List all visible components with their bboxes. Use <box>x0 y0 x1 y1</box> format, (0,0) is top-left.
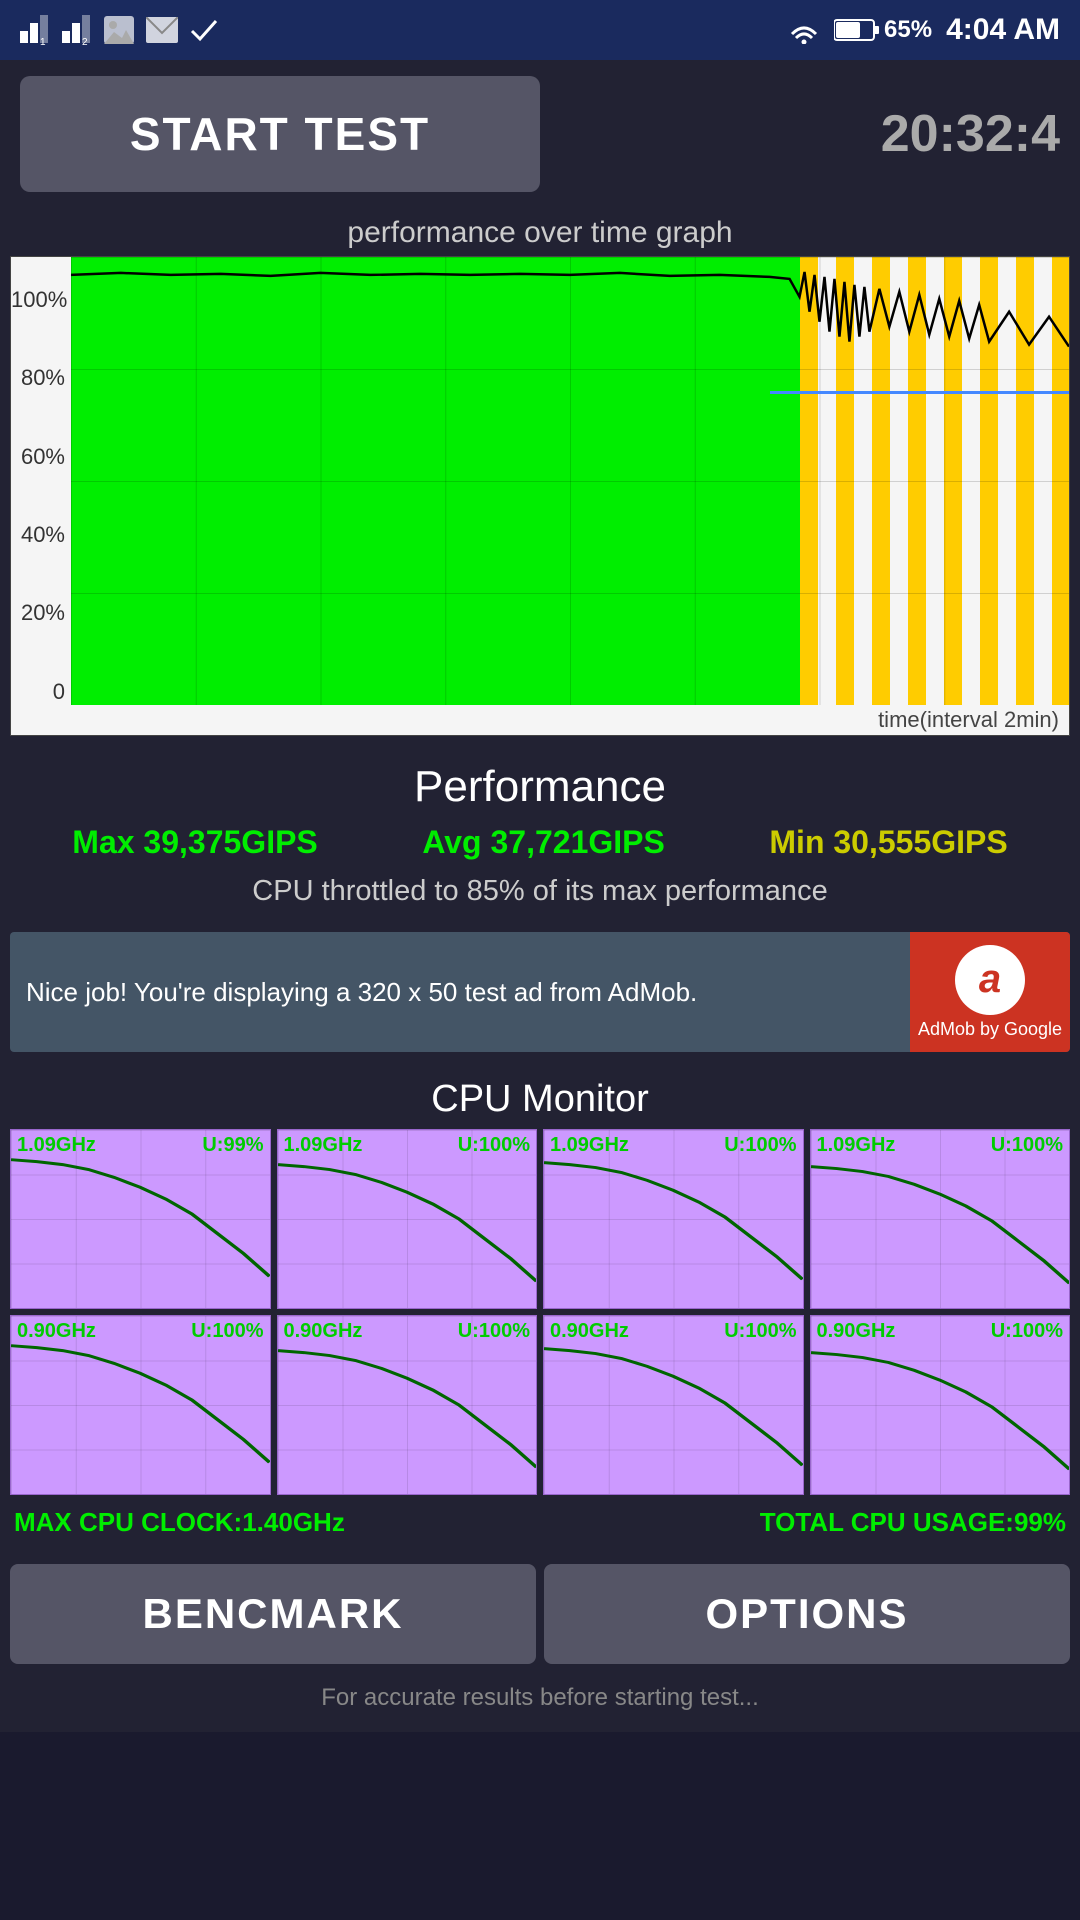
bottom-buttons: BENCMARK OPTIONS <box>0 1554 1080 1674</box>
svg-text:2: 2 <box>82 37 88 45</box>
y-label-40: 40% <box>11 522 71 548</box>
footer-message: For accurate results before starting tes… <box>321 1684 759 1711</box>
email-icon <box>146 17 178 43</box>
cpu-cell-label-0: 1.09GHz U:99% <box>11 1132 270 1159</box>
wifi-icon <box>788 16 820 44</box>
cpu-cell-label-6: 0.90GHz U:100% <box>544 1318 803 1345</box>
cpu-cell-label-2: 1.09GHz U:100% <box>544 1132 803 1159</box>
graph-performance-line <box>71 257 1069 705</box>
top-bar: START TEST 20:32:4 <box>0 60 1080 208</box>
benchmark-button[interactable]: BENCMARK <box>10 1564 536 1664</box>
clock: 4:04 AM <box>946 13 1060 47</box>
graph-section: performance over time graph 0 20% 40% 60… <box>0 208 1080 746</box>
svg-text:1: 1 <box>40 37 46 45</box>
signal1-icon: 1 <box>20 15 50 45</box>
cpu-total-usage: TOTAL CPU USAGE:99% <box>760 1507 1066 1538</box>
y-label-100: 100% <box>11 287 71 313</box>
graph-container: 0 20% 40% 60% 80% 100% time(inte <box>10 256 1070 736</box>
signal2-icon: 2 <box>62 15 92 45</box>
cpu-usage-6: U:100% <box>724 1320 796 1343</box>
cpu-freq-7: 0.90GHz <box>817 1320 896 1343</box>
cpu-cell-label-7: 0.90GHz U:100% <box>811 1318 1070 1345</box>
graph-x-label: time(interval 2min) <box>878 707 1059 733</box>
performance-section: Performance Max 39,375GIPS Avg 37,721GIP… <box>0 746 1080 932</box>
perf-throttle: CPU throttled to 85% of its max performa… <box>20 875 1060 908</box>
cpu-monitor-section: CPU Monitor 1.09GHzU:99%1.09GHzU:100%1.0… <box>0 1068 1080 1554</box>
cpu-usage-1: U:100% <box>458 1134 530 1157</box>
cpu-max-clock: MAX CPU CLOCK:1.40GHz <box>14 1507 345 1538</box>
cpu-top-row: 1.09GHzU:99%1.09GHzU:100%1.09GHzU:100%1.… <box>10 1129 1070 1309</box>
cpu-freq-6: 0.90GHz <box>550 1320 629 1343</box>
options-button[interactable]: OPTIONS <box>544 1564 1070 1664</box>
y-label-80: 80% <box>11 365 71 391</box>
perf-min: Min 30,555GIPS <box>769 824 1007 861</box>
cpu-cell-label-4: 0.90GHz U:100% <box>11 1318 270 1345</box>
ad-logo: a AdMob by Google <box>910 932 1070 1052</box>
cpu-freq-5: 0.90GHz <box>284 1320 363 1343</box>
cpu-cell-4: 0.90GHz U:100% <box>10 1315 271 1495</box>
status-bar: 1 2 <box>0 0 1080 60</box>
performance-title: Performance <box>20 762 1060 812</box>
cpu-cell-5: 0.90GHz U:100% <box>277 1315 538 1495</box>
graph-y-labels: 0 20% 40% 60% 80% 100% <box>11 257 71 735</box>
ad-text: Nice job! You're displaying a 320 x 50 t… <box>10 932 910 1052</box>
admob-logo-initial: a <box>979 957 1001 1002</box>
y-label-20: 20% <box>11 600 71 626</box>
cpu-usage-2: U:100% <box>724 1134 796 1157</box>
cpu-footer: MAX CPU CLOCK:1.40GHz TOTAL CPU USAGE:99… <box>10 1501 1070 1544</box>
cpu-usage-5: U:100% <box>458 1320 530 1343</box>
cpu-freq-0: 1.09GHz <box>17 1134 96 1157</box>
perf-avg: Avg 37,721GIPS <box>422 824 665 861</box>
cpu-usage-4: U:100% <box>191 1320 263 1343</box>
main-content: START TEST 20:32:4 performance over time… <box>0 60 1080 1732</box>
cpu-cell-7: 0.90GHz U:100% <box>810 1315 1071 1495</box>
battery-percent: 65% <box>884 16 932 44</box>
graph-blue-line <box>770 391 1069 394</box>
cpu-cell-label-1: 1.09GHz U:100% <box>278 1132 537 1159</box>
timer-display: 20:32:4 <box>560 104 1060 164</box>
cpu-cell-1: 1.09GHz U:100% <box>277 1129 538 1309</box>
cpu-usage-7: U:100% <box>991 1320 1063 1343</box>
admob-logo-text: AdMob by Google <box>918 1019 1062 1040</box>
y-label-0: 0 <box>11 679 71 705</box>
status-right: 65% 4:04 AM <box>788 13 1060 47</box>
cpu-cell-label-3: 1.09GHz U:100% <box>811 1132 1070 1159</box>
performance-stats: Max 39,375GIPS Avg 37,721GIPS Min 30,555… <box>20 824 1060 861</box>
cpu-freq-1: 1.09GHz <box>284 1134 363 1157</box>
y-label-60: 60% <box>11 444 71 470</box>
footer-text: For accurate results before starting tes… <box>0 1674 1080 1732</box>
battery-icon: 65% <box>834 16 932 44</box>
cpu-freq-4: 0.90GHz <box>17 1320 96 1343</box>
cpu-freq-3: 1.09GHz <box>817 1134 896 1157</box>
ad-banner[interactable]: Nice job! You're displaying a 320 x 50 t… <box>10 932 1070 1052</box>
cpu-cell-0: 1.09GHz U:99% <box>10 1129 271 1309</box>
cpu-freq-2: 1.09GHz <box>550 1134 629 1157</box>
perf-max: Max 39,375GIPS <box>72 824 317 861</box>
start-test-button[interactable]: START TEST <box>20 76 540 192</box>
graph-title: performance over time graph <box>10 208 1070 256</box>
check-icon <box>190 17 218 43</box>
cpu-cell-2: 1.09GHz U:100% <box>543 1129 804 1309</box>
cpu-cell-6: 0.90GHz U:100% <box>543 1315 804 1495</box>
cpu-usage-3: U:100% <box>991 1134 1063 1157</box>
ad-message: Nice job! You're displaying a 320 x 50 t… <box>26 977 697 1008</box>
admob-logo-circle: a <box>955 945 1025 1015</box>
graph-plot <box>71 257 1069 705</box>
status-left: 1 2 <box>20 15 218 45</box>
gallery-icon <box>104 16 134 44</box>
cpu-cell-label-5: 0.90GHz U:100% <box>278 1318 537 1345</box>
cpu-bottom-row: 0.90GHzU:100%0.90GHzU:100%0.90GHzU:100%0… <box>10 1315 1070 1495</box>
cpu-cell-3: 1.09GHz U:100% <box>810 1129 1071 1309</box>
cpu-monitor-title: CPU Monitor <box>10 1068 1070 1129</box>
cpu-usage-0: U:99% <box>202 1134 263 1157</box>
